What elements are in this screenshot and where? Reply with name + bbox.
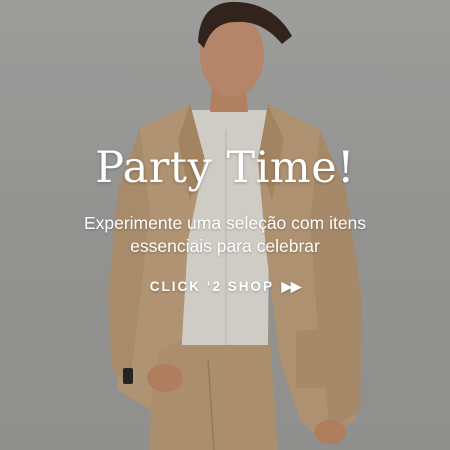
subtitle-line-2: essenciais para celebrar <box>130 236 320 256</box>
double-play-arrows-icon: ▶▶ <box>281 279 302 294</box>
shop-link-label: CLICK ‘2 SHOP <box>149 279 274 294</box>
promo-banner[interactable]: Party Time! Experimente uma seleção com … <box>0 0 450 450</box>
shop-link[interactable]: CLICK ‘2 SHOP ▶▶ <box>0 279 450 295</box>
banner-subtitle: Experimente uma seleção com itens essenc… <box>0 212 450 258</box>
subtitle-line-1: Experimente uma seleção com itens <box>83 213 367 233</box>
banner-headline: Party Time! <box>95 143 355 193</box>
